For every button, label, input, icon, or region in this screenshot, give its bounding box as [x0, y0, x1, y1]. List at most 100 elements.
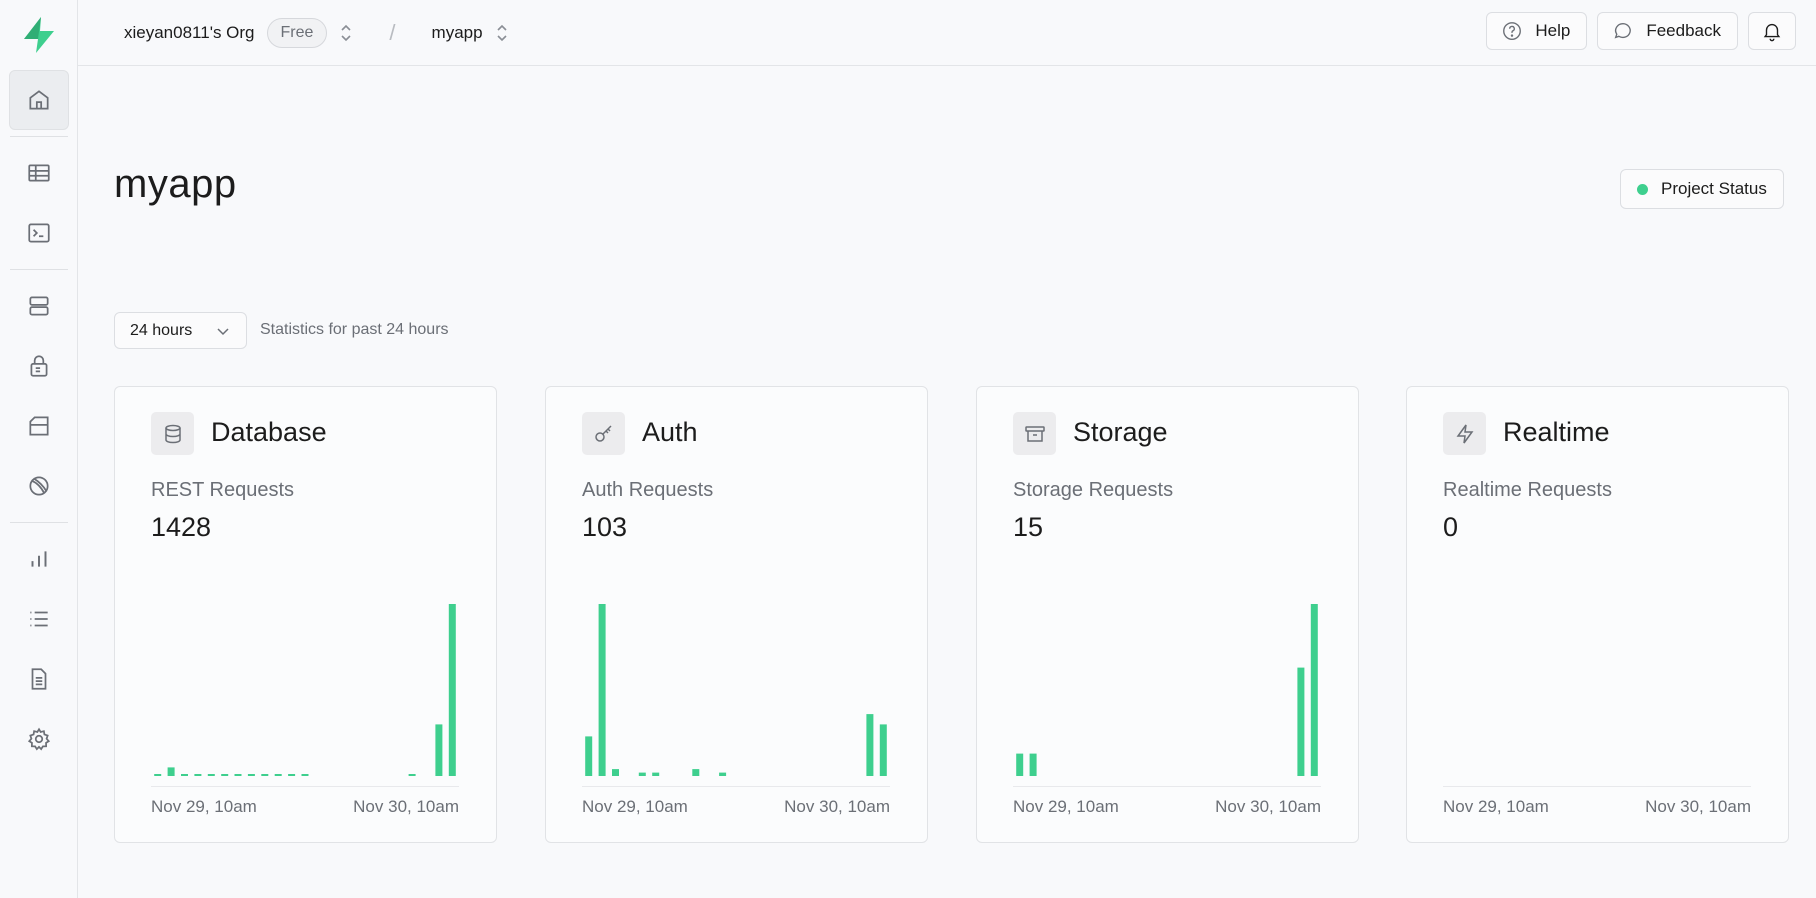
card-metric-label: Auth Requests [582, 479, 714, 501]
home-icon[interactable] [8, 70, 69, 130]
chart-bar [652, 772, 660, 776]
chart-bar [435, 724, 443, 776]
auth-card[interactable]: Auth Auth Requests 103 Nov 29, 10am Nov … [545, 386, 928, 843]
realtime-card[interactable]: Realtime Realtime Requests 0 Nov 29, 10a… [1406, 386, 1789, 843]
card-title: Auth [642, 417, 698, 447]
card-metric-label: REST Requests [151, 479, 295, 501]
chevron-down-icon [217, 327, 229, 335]
bell-icon [1763, 23, 1781, 42]
table-editor-icon[interactable] [9, 143, 69, 203]
nav-divider [9, 522, 68, 523]
database-card[interactable]: Database REST Requests 1428 Nov 29, 10am… [114, 386, 497, 843]
storage-requests-chart [1016, 604, 1318, 776]
project-name[interactable]: myapp [432, 23, 483, 43]
chart-bar [612, 769, 619, 776]
chart-bar [154, 774, 162, 776]
reports-icon[interactable] [9, 529, 69, 589]
chart-baseline [582, 786, 890, 787]
x-axis-end-label: Nov 30, 10am [1645, 797, 1751, 816]
time-range-value: 24 hours [130, 321, 193, 339]
time-range-select[interactable]: 24 hours [114, 312, 247, 349]
archive-icon [1013, 412, 1056, 455]
chart-bar [288, 774, 296, 776]
chart-bar [1029, 753, 1037, 776]
card-metric-value: 1428 [151, 512, 212, 542]
plan-badge: Free [266, 17, 328, 48]
chart-bar [261, 774, 269, 776]
key-icon [582, 412, 625, 455]
chart-bar [879, 724, 887, 776]
logs-icon[interactable] [9, 589, 69, 649]
card-title: Storage [1073, 417, 1168, 447]
nav-divider [9, 269, 68, 270]
chat-bubble-icon [1614, 22, 1632, 39]
help-icon [1503, 22, 1522, 40]
sidebar [0, 0, 78, 898]
breadcrumb-separator: / [389, 19, 396, 45]
card-metric-value: 15 [1013, 512, 1044, 542]
docs-icon[interactable] [9, 649, 69, 709]
range-description: Statistics for past 24 hours [260, 321, 449, 338]
chevron-up-down-icon[interactable] [495, 23, 509, 43]
chart-bar [408, 774, 416, 776]
x-axis-end-label: Nov 30, 10am [1215, 797, 1321, 816]
storage-icon[interactable] [9, 396, 69, 456]
card-metric-value: 103 [582, 512, 628, 542]
feedback-button[interactable]: Feedback [1597, 12, 1738, 50]
help-label: Help [1535, 21, 1571, 40]
chart-bar [247, 774, 255, 776]
chart-bar [866, 714, 874, 776]
breadcrumb: xieyan0811's Org Free / myapp [78, 17, 509, 48]
card-metric-label: Storage Requests [1013, 479, 1174, 501]
chart-bar [719, 772, 727, 776]
chart-baseline [1013, 786, 1321, 787]
card-metric-label: Realtime Requests [1443, 479, 1612, 501]
chevron-up-down-icon[interactable] [339, 23, 353, 43]
chart-bar [638, 772, 646, 776]
rest-requests-chart [154, 604, 456, 776]
sql-editor-icon[interactable] [9, 203, 69, 263]
chart-bar [234, 774, 242, 776]
chart-bar [448, 604, 456, 776]
chart-bar [1310, 604, 1318, 776]
chart-bar [207, 774, 215, 776]
chart-baseline [151, 786, 459, 787]
chart-bar [221, 774, 229, 776]
org-name[interactable]: xieyan0811's Org [124, 23, 255, 43]
help-button[interactable]: Help [1486, 12, 1588, 50]
notifications-button[interactable] [1748, 12, 1796, 50]
database-icon [151, 412, 194, 455]
database-icon[interactable] [9, 276, 69, 336]
project-status-label: Project Status [1661, 179, 1767, 198]
card-metric-value: 0 [1443, 512, 1459, 542]
x-axis-start-label: Nov 29, 10am [1443, 797, 1549, 816]
chart-bar [181, 774, 188, 776]
project-status-button[interactable]: Project Status [1620, 169, 1784, 209]
settings-icon[interactable] [9, 709, 69, 769]
chart-bar [692, 769, 700, 776]
card-title: Database [211, 417, 327, 447]
nav-divider [9, 136, 68, 137]
realtime-icon[interactable] [9, 456, 69, 516]
bolt-icon [1443, 412, 1486, 455]
chart-bar [167, 767, 175, 776]
x-axis-start-label: Nov 29, 10am [582, 797, 688, 816]
card-title: Realtime [1503, 417, 1610, 447]
chart-baseline [1443, 786, 1751, 787]
chart-bar [194, 774, 202, 776]
storage-card[interactable]: Storage Storage Requests 15 Nov 29, 10am… [976, 386, 1359, 843]
chart-bar [1016, 753, 1024, 776]
status-dot-icon [1637, 183, 1648, 195]
x-axis-end-label: Nov 30, 10am [353, 797, 459, 816]
chart-bar [301, 774, 309, 776]
page-title: myapp [114, 162, 237, 206]
realtime-requests-chart [1443, 577, 1751, 777]
topbar: xieyan0811's Org Free / myapp Help Feedb… [78, 0, 1816, 66]
chart-bar [598, 604, 606, 776]
auth-lock-icon[interactable] [9, 336, 69, 396]
x-axis-end-label: Nov 30, 10am [784, 797, 890, 816]
chart-bar [585, 736, 593, 776]
chart-bar [1297, 667, 1305, 776]
x-axis-start-label: Nov 29, 10am [151, 797, 257, 816]
supabase-logo-icon[interactable] [0, 0, 78, 70]
